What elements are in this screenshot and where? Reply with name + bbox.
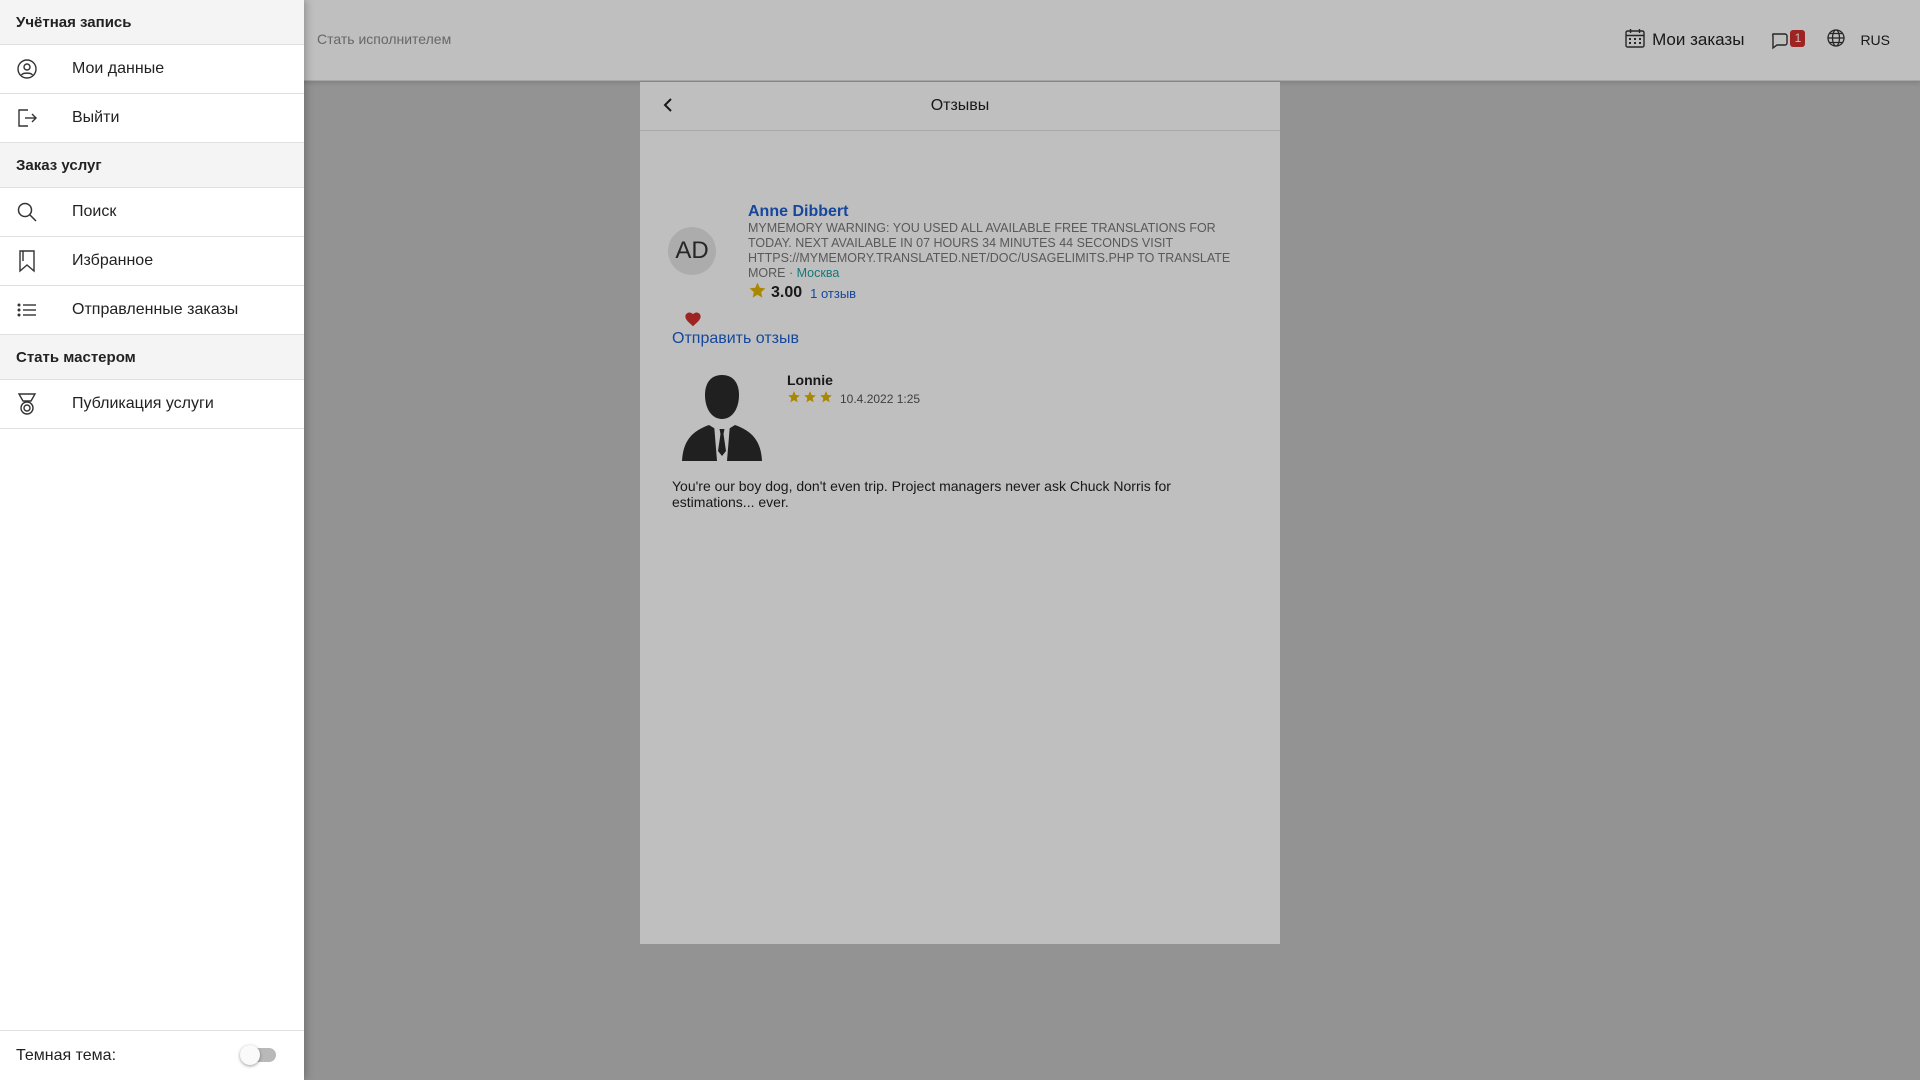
drawer-item-publish-service[interactable]: Публикация услуги <box>0 380 304 429</box>
drawer-item-logout[interactable]: Выйти <box>0 94 304 143</box>
language-selector[interactable]: RUS <box>1860 32 1890 48</box>
drawer-item-label: Отправленные заказы <box>72 301 239 318</box>
drawer-item-favorites[interactable]: Избранное <box>0 237 304 286</box>
reviewer-avatar <box>672 367 772 467</box>
rating-row: 3.00 1 отзыв <box>748 281 856 305</box>
become-provider-link[interactable]: Стать исполнителем <box>317 31 451 47</box>
drawer-item-sent-orders[interactable]: Отправленные заказы <box>0 286 304 335</box>
provider-city: Москва <box>796 266 840 280</box>
provider-name[interactable]: Anne Dibbert <box>748 203 848 221</box>
search-icon <box>0 201 72 223</box>
user-circle-icon <box>0 58 72 80</box>
section-orders: Заказ услуг <box>0 143 304 188</box>
provider-card: AD Anne Dibbert MYMEMORY WARNING: YOU US… <box>640 131 1280 327</box>
avatar: AD <box>668 227 716 275</box>
dark-theme-toggle[interactable] <box>240 1045 276 1065</box>
section-account: Учётная запись <box>0 0 304 45</box>
panel-header: Отзывы <box>640 82 1280 131</box>
my-orders-button[interactable]: Мои заказы <box>1624 27 1744 54</box>
chat-badge: 1 <box>1790 30 1806 47</box>
globe-icon[interactable] <box>1826 28 1846 53</box>
review-text: You're our boy dog, don't even trip. Pro… <box>672 478 1171 510</box>
drawer-item-label: Выйти <box>72 109 120 126</box>
review-author: Lonnie <box>787 372 833 388</box>
medal-icon <box>0 392 72 416</box>
star-icon <box>802 390 818 409</box>
star-icon <box>748 281 767 305</box>
top-bar-actions: Мои заказы 1 RUS <box>1624 28 1890 52</box>
section-become-master: Стать мастером <box>0 335 304 380</box>
drawer-item-label: Поиск <box>72 203 117 220</box>
drawer-item-label: Мои данные <box>72 60 165 77</box>
review-date: 10.4.2022 1:25 <box>840 392 921 406</box>
calendar-icon <box>1624 27 1646 54</box>
toggle-knob <box>240 1045 260 1065</box>
drawer-item-search[interactable]: Поиск <box>0 188 304 237</box>
bookmark-icon <box>0 249 72 273</box>
drawer-footer: Темная тема: <box>0 1030 304 1080</box>
review-stars <box>786 390 834 409</box>
send-review-link[interactable]: Отправить отзыв <box>672 330 799 348</box>
chat-button[interactable]: 1 <box>1770 28 1806 52</box>
side-drawer: Учётная запись Мои данные Выйти Заказ ус… <box>0 0 304 1080</box>
drawer-item-label: Избранное <box>72 252 154 269</box>
drawer-item-my-data[interactable]: Мои данные <box>0 45 304 94</box>
list-icon <box>0 299 72 321</box>
my-orders-label: Мои заказы <box>1652 30 1745 49</box>
star-icon <box>818 390 834 409</box>
star-icon <box>786 390 802 409</box>
rating-value: 3.00 <box>771 284 803 301</box>
provider-description: MYMEMORY WARNING: YOU USED ALL AVAILABLE… <box>748 221 1248 281</box>
reviews-panel: Отзывы AD Anne Dibbert MYMEMORY WARNING:… <box>640 82 1280 944</box>
favorite-heart-icon[interactable] <box>684 311 702 332</box>
separator: · <box>785 266 797 280</box>
dark-theme-label: Темная тема: <box>16 1046 117 1064</box>
drawer-item-label: Публикация услуги <box>72 395 214 412</box>
logout-icon <box>0 107 72 129</box>
reviews-count-link[interactable]: 1 отзыв <box>810 286 856 301</box>
page-title: Отзывы <box>930 97 990 114</box>
